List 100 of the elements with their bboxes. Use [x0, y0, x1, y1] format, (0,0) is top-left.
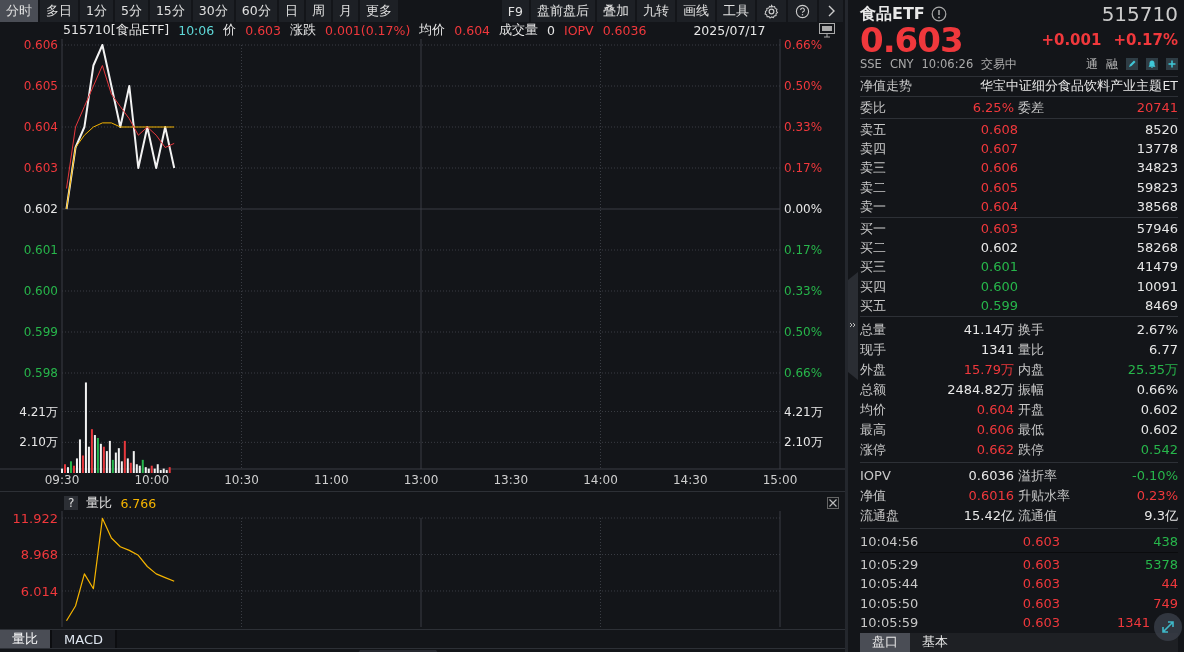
- time-label: 13:00: [403, 473, 439, 487]
- bid-label: 买一: [860, 220, 887, 238]
- axis-label: 0.605: [23, 79, 58, 93]
- tool-button[interactable]: 九转: [637, 0, 677, 22]
- stat-value: 0.604: [975, 401, 1015, 420]
- period-tab[interactable]: 1分: [80, 0, 115, 22]
- period-tab[interactable]: 更多: [359, 0, 400, 22]
- ask-price: 0.607: [979, 140, 1018, 159]
- close-icon[interactable]: [827, 497, 839, 509]
- indicator-tab[interactable]: 量比: [0, 630, 52, 648]
- ask-label: 卖二: [860, 178, 887, 197]
- period-tab[interactable]: 多日: [40, 0, 80, 22]
- stat-value: 0.606: [975, 421, 1015, 440]
- ask-label: 卖一: [860, 197, 887, 216]
- trade-time: 10:05:29: [860, 555, 920, 574]
- stat-label: 均价: [860, 401, 887, 420]
- trade-volume: 1341: [1115, 614, 1150, 633]
- panel-tab[interactable]: 基本: [910, 632, 960, 652]
- panel-tab[interactable]: 盘口: [860, 632, 910, 652]
- stat-value: 9.3亿: [1143, 507, 1178, 526]
- period-tab[interactable]: 30分: [192, 0, 236, 22]
- stat-value: 41.14万: [962, 321, 1015, 340]
- bid-price: 0.599: [979, 296, 1018, 315]
- trade-time: 10:04:56: [860, 533, 920, 552]
- time-label: 14:00: [583, 473, 618, 487]
- tool-button[interactable]: 盘前盘后: [531, 0, 597, 22]
- currency-label: CNY: [889, 57, 914, 71]
- axis-label: 4.21万: [19, 404, 58, 419]
- stat-value: 15.42亿: [962, 507, 1015, 526]
- axis-label: 0.599: [23, 325, 58, 339]
- period-tab[interactable]: 60分: [235, 0, 279, 22]
- ask-volume: 59823: [1135, 178, 1178, 197]
- bid-volume: 57946: [1135, 220, 1178, 238]
- expand-handle-icon[interactable]: [848, 272, 858, 380]
- percent-label: 0.17%: [784, 161, 823, 175]
- stat-label: 委比: [860, 99, 887, 117]
- stat-label: 流通值: [1018, 507, 1058, 526]
- bid-label: 买三: [860, 258, 887, 277]
- stat-value: 0.23%: [1135, 487, 1178, 506]
- expand-icon[interactable]: [1154, 613, 1182, 642]
- price-value: 0.603: [245, 23, 282, 38]
- ask-volume: 38568: [1135, 197, 1178, 216]
- tool-button[interactable]: 画线: [677, 0, 717, 22]
- period-tab[interactable]: 5分: [114, 0, 150, 22]
- time-label: 10:30: [224, 473, 259, 487]
- axis-label: 8.968: [20, 547, 58, 563]
- trading-status: 交易中: [981, 56, 1018, 72]
- bid-volume: 10091: [1135, 277, 1178, 296]
- trade-time: 10:05:50: [860, 594, 920, 613]
- indicator-tab[interactable]: MACD: [52, 630, 117, 648]
- ask-price: 0.605: [979, 178, 1018, 197]
- period-tab[interactable]: 分时: [0, 0, 40, 22]
- chevron-right-icon[interactable]: [819, 0, 845, 22]
- time-label: 10:00: [134, 473, 170, 487]
- margin-tag: 融: [1106, 56, 1118, 72]
- stat-label: 振幅: [1018, 381, 1045, 400]
- pencil-icon[interactable]: [1126, 58, 1138, 70]
- trade-volume: 749: [1152, 594, 1178, 613]
- stat-value: 0.602: [1139, 421, 1178, 440]
- stat-value: 1341: [979, 341, 1015, 360]
- axis-label: 0.606: [23, 38, 58, 52]
- monitor-icon[interactable]: [819, 23, 835, 38]
- current-time: 10:06: [178, 23, 215, 38]
- info-icon[interactable]: [930, 6, 947, 22]
- period-tab[interactable]: 月: [332, 0, 360, 22]
- price-change: +0.001: [1041, 31, 1102, 49]
- ask-volume: 13778: [1135, 140, 1178, 159]
- stat-label: 委差: [1018, 99, 1045, 117]
- chart-date: 2025/07/17: [693, 23, 766, 38]
- bid-volume: 41479: [1135, 258, 1178, 277]
- volume-value: 0: [547, 23, 556, 38]
- stat-value: 0.662: [975, 441, 1015, 460]
- time-label: 09:30: [44, 473, 80, 487]
- percent-label: 0.50%: [784, 325, 823, 339]
- plus-icon[interactable]: [1166, 58, 1178, 70]
- stat-label: 开盘: [1018, 401, 1045, 420]
- percent-label: 0.00%: [784, 202, 823, 216]
- bell-icon[interactable]: [1146, 58, 1158, 70]
- bid-label: 买二: [860, 239, 887, 258]
- stat-value: 2.67%: [1135, 321, 1178, 340]
- stat-label: 涨停: [860, 441, 887, 460]
- trade-time: 10:05:44: [860, 575, 920, 594]
- period-tab[interactable]: 15分: [149, 0, 193, 22]
- axis-label: 11.922: [12, 511, 58, 526]
- period-tab[interactable]: 日: [278, 0, 306, 22]
- tool-button[interactable]: 工具: [717, 0, 757, 22]
- tool-button[interactable]: 叠加: [597, 0, 637, 22]
- axis-label: 0.600: [23, 284, 58, 298]
- bid-price: 0.600: [979, 277, 1018, 296]
- fund-name: 食品ETF: [860, 3, 925, 25]
- settings-icon[interactable]: [757, 0, 788, 22]
- help-icon[interactable]: [788, 0, 819, 22]
- tool-button[interactable]: F9: [501, 0, 531, 22]
- axis-label: 0.603: [23, 161, 58, 175]
- help-button[interactable]: ?: [64, 496, 79, 510]
- bid-price: 0.602: [979, 239, 1018, 258]
- period-tab[interactable]: 周: [305, 0, 333, 22]
- stat-value: 2484.82万: [946, 381, 1015, 400]
- nav-trend-link[interactable]: 净值走势: [860, 78, 912, 95]
- stat-value: 25.35万: [1126, 361, 1178, 380]
